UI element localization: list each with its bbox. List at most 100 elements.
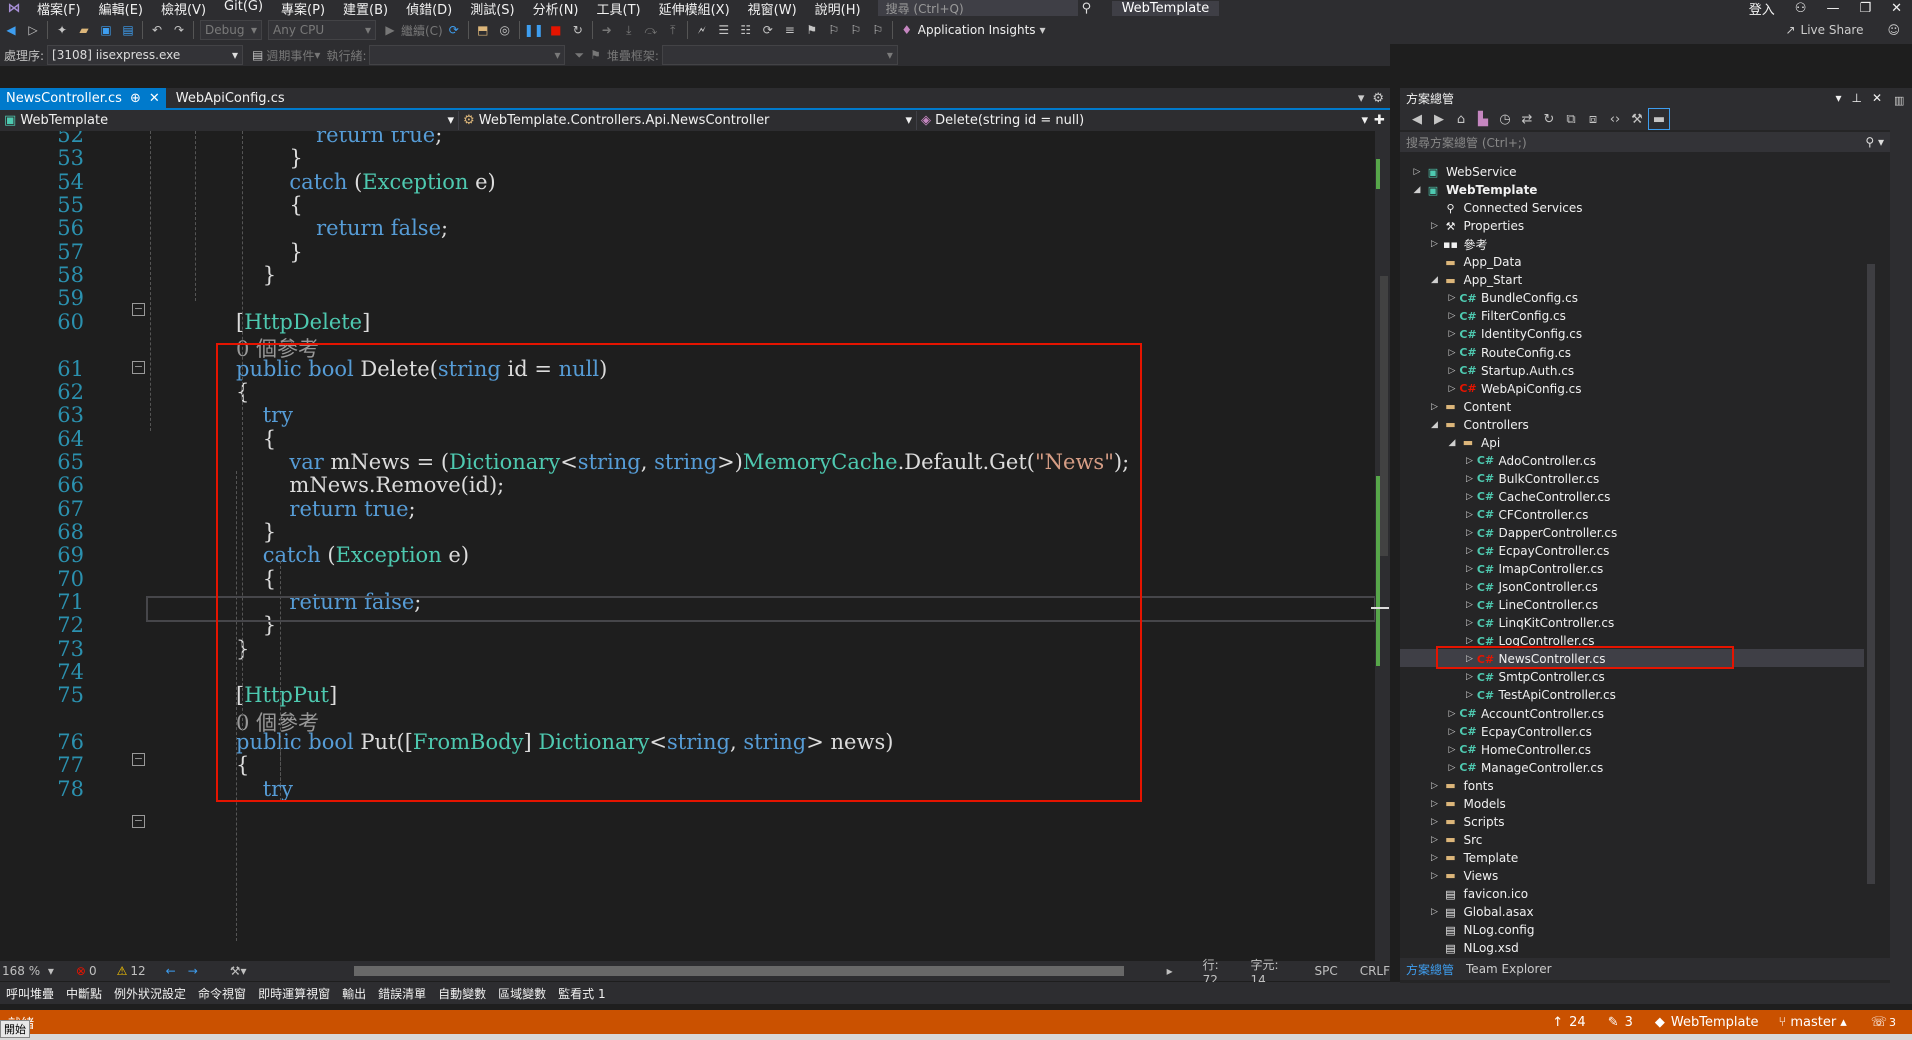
fold-toggle-icon[interactable]: − (132, 361, 145, 374)
tree-item[interactable]: ▤ NLog.xsd (1428, 939, 1518, 957)
pause-icon[interactable]: ❚❚ (523, 19, 545, 41)
properties-icon[interactable]: ⚒ (1626, 108, 1648, 130)
pending-changes-icon[interactable]: ◷ (1494, 108, 1516, 130)
search-input[interactable]: 搜尋 (Ctrl+Q) (877, 0, 1078, 16)
expand-arrow-icon[interactable]: ▷ (1410, 167, 1424, 177)
tree-item[interactable]: ▷ C# DapperController.cs (1463, 524, 1617, 542)
tree-folder[interactable]: ▷ ▬ Template (1428, 849, 1518, 867)
filter-icon[interactable]: ⏷ (574, 48, 584, 63)
bookmark-next-icon[interactable]: ⚐ (845, 19, 867, 41)
zoom-select[interactable]: 168 % (0, 964, 48, 978)
debug-tool-tab[interactable]: 中斷點 (60, 985, 108, 1002)
tree-folder[interactable]: ▷ ▬ Src (1428, 831, 1482, 849)
expand-arrow-icon[interactable]: ▷ (1463, 510, 1477, 520)
tree-item[interactable]: ▷ C# WebApiConfig.cs (1445, 380, 1582, 398)
expand-arrow-icon[interactable]: ▷ (1445, 763, 1459, 773)
visual-studio-logo-icon[interactable]: ⋈ (0, 0, 28, 16)
expand-arrow-icon[interactable]: ▷ (1428, 799, 1442, 809)
show-all-files-icon[interactable]: ⧈ (1582, 108, 1604, 130)
live-share-button[interactable]: Live Share (1801, 23, 1864, 37)
tree-folder[interactable]: ◢ ▬ App_Start (1428, 271, 1522, 289)
expand-arrow-icon[interactable]: ◢ (1410, 185, 1424, 195)
debug-tool-tab[interactable]: 呼叫堆疊 (0, 985, 60, 1002)
tree-item[interactable]: ▷ C# ImapController.cs (1463, 560, 1603, 578)
redo-icon[interactable]: ↷ (168, 19, 190, 41)
view-code-icon[interactable]: ‹› (1604, 108, 1626, 130)
step-over-icon[interactable]: ⤼ (640, 19, 662, 41)
code-cleanup-icon[interactable]: ⚒ (230, 964, 241, 978)
expand-arrow-icon[interactable]: ▷ (1428, 781, 1442, 791)
tab-webapiconfig[interactable]: WebApiConfig.cs (170, 88, 291, 108)
start-button[interactable]: 開始 (0, 1020, 30, 1038)
step-into-icon[interactable]: ⤓ (618, 19, 640, 41)
branch-name[interactable]: master (1790, 1015, 1836, 1030)
tree-item[interactable]: ▷ C# ManageController.cs (1445, 759, 1604, 777)
minimize-button[interactable]: — (1816, 1, 1849, 16)
expand-arrow-icon[interactable]: ▷ (1445, 293, 1459, 303)
expand-arrow-icon[interactable]: ▷ (1445, 727, 1459, 737)
expand-arrow-icon[interactable]: ◢ (1428, 420, 1442, 430)
tree-item[interactable]: ▷ C# LinqKitController.cs (1463, 614, 1614, 632)
comment-icon[interactable]: ☰ (713, 19, 735, 41)
toolbox-icon[interactable]: ▥ (1894, 94, 1904, 107)
expand-arrow-icon[interactable]: ▷ (1445, 348, 1459, 358)
tree-item[interactable]: ▤ favicon.ico (1428, 885, 1528, 903)
solution-search-input[interactable]: 搜尋方案總管 (Ctrl+;) ⚲ ▾ (1400, 132, 1890, 152)
continue-icon[interactable]: ▶ (379, 19, 401, 41)
expand-arrow-icon[interactable]: ▷ (1463, 456, 1477, 466)
expand-arrow-icon[interactable]: ▷ (1463, 690, 1477, 700)
expand-arrow-icon[interactable]: ▷ (1463, 582, 1477, 592)
menu-item[interactable]: 工具(T) (588, 0, 650, 18)
tree-item[interactable]: ▷ C# CacheController.cs (1463, 488, 1610, 506)
expand-arrow-icon[interactable]: ▷ (1463, 564, 1477, 574)
chevron-down-icon[interactable]: ▾ (314, 48, 320, 62)
application-insights-button[interactable]: Application Insights (918, 23, 1036, 37)
tree-item[interactable]: ▷ C# SmtpController.cs (1463, 668, 1605, 686)
menu-item[interactable]: 說明(H) (806, 0, 870, 18)
browser-link-icon[interactable]: ⬒ (472, 19, 494, 41)
refresh-icon[interactable]: ↻ (1538, 108, 1560, 130)
tree-folder[interactable]: ▷ ▬ Content (1428, 398, 1511, 416)
back-icon[interactable]: ◀ (1406, 108, 1428, 130)
tree-item[interactable]: ▷ C# LineController.cs (1463, 596, 1598, 614)
bookmark-prev-icon[interactable]: ⚐ (823, 19, 845, 41)
gear-icon[interactable]: ⚙ (1372, 91, 1384, 106)
menu-item[interactable]: 建置(B) (334, 0, 397, 18)
scroll-right-icon[interactable]: ▸ (1167, 964, 1173, 978)
tree-item[interactable]: ⚲ Connected Services (1428, 199, 1582, 217)
expand-arrow-icon[interactable]: ▷ (1428, 835, 1442, 845)
close-icon[interactable]: ✕ (149, 91, 160, 106)
push-count[interactable]: 24 (1569, 1015, 1586, 1030)
tree-item[interactable]: ▷ C# FilterConfig.cs (1445, 307, 1566, 325)
debug-tool-tab[interactable]: 例外狀況設定 (108, 985, 192, 1002)
close-icon[interactable]: ✕ (1872, 91, 1882, 105)
tree-folder[interactable]: ▷ ▬ Scripts (1428, 813, 1505, 831)
debug-tool-tab[interactable]: 監看式 1 (552, 985, 611, 1002)
tree-item[interactable]: ▷ ▤ Global.asax (1428, 903, 1534, 921)
changes-count[interactable]: 3 (1625, 1015, 1633, 1030)
menu-item[interactable]: 偵錯(D) (397, 0, 461, 18)
menu-item[interactable]: 檢視(V) (152, 0, 215, 18)
tree-item[interactable]: ▷ C# BundleConfig.cs (1445, 289, 1578, 307)
application-insights-icon[interactable]: ♦ (896, 19, 918, 41)
debug-tool-tab[interactable]: 命令視窗 (192, 985, 252, 1002)
split-icon[interactable]: ✚ (1374, 113, 1385, 128)
menu-item[interactable]: 分析(N) (524, 0, 588, 18)
line-ending-indicator[interactable]: CRLF (1360, 964, 1390, 978)
bookmark-icon[interactable]: ⚑ (801, 19, 823, 41)
close-window-button[interactable]: ✕ (1881, 1, 1912, 16)
tree-item[interactable]: ▷ C# IdentityConfig.cs (1445, 325, 1583, 343)
debug-tool-tab[interactable]: 區域變數 (492, 985, 552, 1002)
tab-newscontroller[interactable]: NewsController.cs ⊕ ✕ (0, 88, 166, 108)
chevron-down-icon[interactable]: ▾ (1835, 91, 1841, 105)
fold-toggle-icon[interactable]: − (132, 753, 145, 766)
expand-arrow-icon[interactable]: ▷ (1428, 871, 1442, 881)
tree-folder[interactable]: ◢ ▬ Controllers (1428, 416, 1529, 434)
menu-item[interactable]: 視窗(W) (739, 0, 806, 18)
uncomment-icon[interactable]: ☷ (735, 19, 757, 41)
pin-icon[interactable]: ⊕ (130, 91, 141, 106)
tree-item[interactable]: ▷ C# AdoController.cs (1463, 452, 1596, 470)
chevron-down-icon[interactable]: ▾ (48, 964, 54, 978)
class-select[interactable]: ⚙ WebTemplate.Controllers.Api.NewsContro… (459, 111, 917, 130)
feedback-icon[interactable]: ☺ (1887, 23, 1900, 37)
